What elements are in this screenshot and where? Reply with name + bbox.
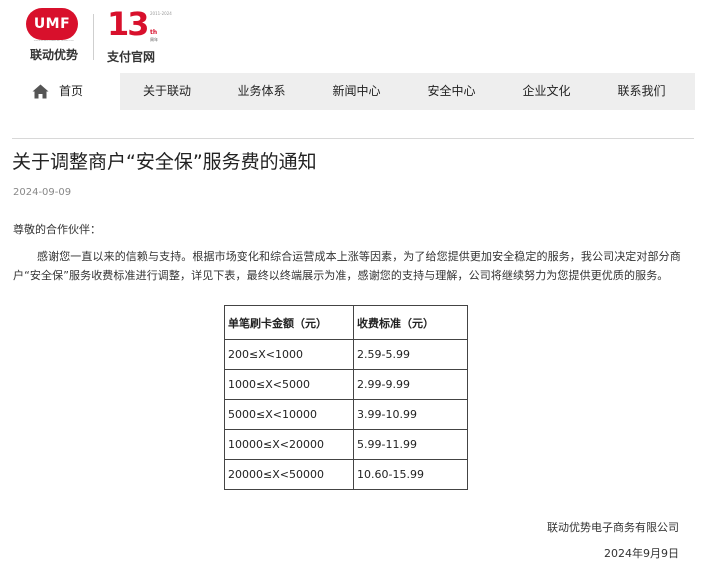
fee-cell: 10.60-15.99 — [353, 459, 468, 490]
nav-item-label: 首页 — [59, 84, 84, 98]
table-header-row: 单笔刷卡金额（元） 收费标准（元） — [224, 305, 468, 340]
publish-date: 2024-09-09 — [13, 187, 72, 198]
amount-cell: 200≤X<1000 — [224, 339, 354, 370]
amount-cell: 10000≤X<20000 — [224, 429, 354, 460]
table-row: 1000≤X<5000 2.99-9.99 — [224, 369, 468, 400]
logo-divider — [93, 14, 94, 60]
nav-item-culture[interactable]: 企业文化 — [499, 73, 594, 110]
fee-table: 单笔刷卡金额（元） 收费标准（元） 200≤X<1000 2.59-5.99 1… — [224, 305, 468, 490]
column-header-fee: 收费标准（元） — [353, 305, 468, 340]
fee-cell: 3.99-10.99 — [353, 399, 468, 430]
logo-tagline: UNION MOBILE FINANCIAL TECHNOLOGY — [33, 40, 75, 42]
official-site-label: 支付官网 — [107, 50, 156, 64]
home-icon — [32, 84, 49, 99]
signature-date: 2024年9月9日 — [604, 547, 679, 560]
table-row: 20000≤X<50000 10.60-15.99 — [224, 459, 468, 490]
column-header-amount: 单笔刷卡金额（元） — [224, 305, 354, 340]
fee-cell: 5.99-11.99 — [353, 429, 468, 460]
anniversary-number: 13 — [107, 5, 150, 43]
nav-item-business[interactable]: 业务体系 — [214, 73, 309, 110]
site-header: UMF UNION MOBILE FINANCIAL TECHNOLOGY 联动… — [0, 0, 719, 70]
nav-item-contact[interactable]: 联系我们 — [594, 73, 689, 110]
nav-item-about[interactable]: 关于联动 — [120, 73, 214, 110]
table-row: 5000≤X<10000 3.99-10.99 — [224, 399, 468, 430]
greeting: 尊敬的合作伙伴： — [13, 223, 101, 236]
fee-cell: 2.59-5.99 — [353, 339, 468, 370]
table-row: 10000≤X<20000 5.99-11.99 — [224, 429, 468, 460]
nav-item-home[interactable]: 首页 — [12, 73, 120, 110]
umf-logo[interactable]: UMF UNION MOBILE FINANCIAL TECHNOLOGY 联动… — [22, 8, 86, 63]
brand-name: 联动优势 — [29, 48, 78, 62]
main-nav: 首页 关于联动 业务体系 新闻中心 安全中心 企业文化 联系我们 — [12, 73, 695, 110]
page-title: 关于调整商户“安全保”服务费的通知 — [12, 151, 317, 173]
amount-cell: 20000≤X<50000 — [224, 459, 354, 490]
company-signature: 联动优势电子商务有限公司 — [547, 521, 679, 534]
anniversary-suffix: th — [150, 29, 158, 36]
anniversary-badge: 13 2011-2024 th 周年 支付官网 — [104, 5, 204, 66]
nav-item-news[interactable]: 新闻中心 — [309, 73, 404, 110]
anniversary-years: 2011-2024 — [150, 11, 172, 16]
table-row: 200≤X<1000 2.59-5.99 — [224, 339, 468, 370]
anniversary-cn: 周年 — [150, 37, 158, 42]
amount-cell: 1000≤X<5000 — [224, 369, 354, 400]
umf-logo-mark: UMF — [26, 8, 78, 40]
nav-item-security[interactable]: 安全中心 — [404, 73, 499, 110]
amount-cell: 5000≤X<10000 — [224, 399, 354, 430]
content-divider — [12, 138, 694, 139]
notice-body: 感谢您一直以来的信赖与支持。根据市场变化和综合运营成本上涨等因素，为了给您提供更… — [13, 250, 681, 282]
fee-cell: 2.99-9.99 — [353, 369, 468, 400]
